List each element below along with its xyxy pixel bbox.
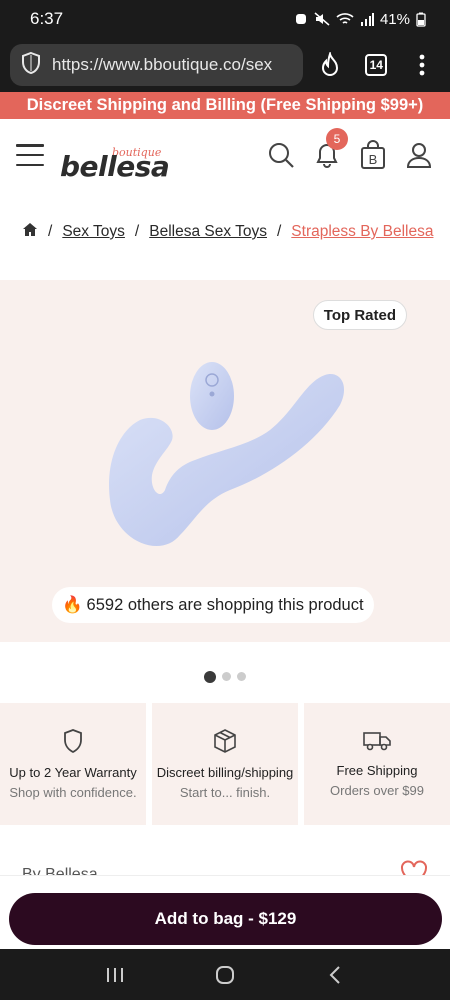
search-icon[interactable] <box>266 140 296 170</box>
notification-icon <box>294 12 308 26</box>
mute-icon <box>314 12 330 26</box>
add-to-bag-button[interactable]: Add to bag - $129 <box>9 893 442 945</box>
logo[interactable]: boutique bellesa <box>60 130 170 183</box>
notification-badge: 5 <box>326 128 348 150</box>
tab-count[interactable]: 14 <box>365 54 388 76</box>
carousel-dots <box>0 671 450 683</box>
feature-discreet: Discreet billing/shipping Start to... fi… <box>152 703 298 825</box>
shoppers-text: 6592 others are shopping this product <box>86 595 364 614</box>
promo-banner: Discreet Shipping and Billing (Free Ship… <box>0 92 450 119</box>
flame-icon[interactable] <box>313 44 349 86</box>
feature-warranty: Up to 2 Year Warranty Shop with confiden… <box>0 703 146 825</box>
carousel-dot-3[interactable] <box>237 672 246 681</box>
feature-subtitle: Shop with confidence. <box>9 785 137 800</box>
product-image[interactable] <box>100 350 350 560</box>
feature-title: Free Shipping <box>336 763 418 778</box>
bell-icon[interactable]: 5 <box>312 128 348 170</box>
top-rated-badge: Top Rated <box>312 300 407 330</box>
breadcrumb-current[interactable]: Strapless By Bellesa <box>291 223 433 241</box>
product-gallery[interactable]: Top Rated 🔥 6592 others are shopping thi… <box>0 280 450 642</box>
wifi-icon <box>336 12 354 26</box>
more-menu-icon[interactable] <box>404 44 440 86</box>
logo-text: bellesa <box>60 150 170 183</box>
status-bar: 6:37 41% <box>0 0 450 38</box>
account-icon[interactable] <box>404 140 434 170</box>
box-icon <box>213 728 237 759</box>
sticky-cta-bar: Add to bag - $129 <box>0 875 450 949</box>
breadcrumb-sex-toys[interactable]: Sex Toys <box>62 223 125 241</box>
shoppers-count: 🔥 6592 others are shopping this product <box>52 587 374 623</box>
recents-icon[interactable] <box>95 955 135 995</box>
feature-title: Up to 2 Year Warranty <box>9 765 137 780</box>
menu-icon[interactable] <box>16 144 44 166</box>
home-icon[interactable] <box>22 222 38 242</box>
security-shield-icon[interactable] <box>20 51 42 80</box>
carousel-dot-1[interactable] <box>204 671 216 683</box>
feature-title: Discreet billing/shipping <box>156 765 294 780</box>
feature-subtitle: Start to... finish. <box>179 785 271 800</box>
url-text[interactable]: https://www.bboutique.co/sex <box>52 55 272 75</box>
breadcrumb: / Sex Toys / Bellesa Sex Toys / Straples… <box>22 222 433 242</box>
feature-subtitle: Orders over $99 <box>330 783 424 798</box>
back-icon[interactable] <box>315 955 355 995</box>
feature-free-shipping: Free Shipping Orders over $99 <box>304 703 450 825</box>
header-actions: 5 B <box>266 128 434 170</box>
battery-percent: 41% <box>379 10 410 28</box>
carousel-dot-2[interactable] <box>222 672 231 681</box>
tabs-button[interactable]: 14 <box>358 44 394 86</box>
status-icons: 41% <box>294 11 426 28</box>
home-nav-icon[interactable] <box>205 955 245 995</box>
shield-icon <box>62 728 84 759</box>
breadcrumb-separator: / <box>276 223 282 240</box>
bag-icon[interactable]: B <box>358 140 388 170</box>
system-nav-bar <box>0 949 450 1000</box>
site-header: boutique bellesa 5 B <box>0 119 450 191</box>
signal-icon <box>360 12 374 26</box>
breadcrumb-separator: / <box>134 223 140 240</box>
status-time: 6:37 <box>30 9 64 28</box>
url-bar[interactable]: https://www.bboutique.co/sex <box>10 44 303 86</box>
breadcrumb-separator: / <box>48 223 53 240</box>
feature-cards: Up to 2 Year Warranty Shop with confiden… <box>0 703 450 825</box>
truck-icon <box>363 730 391 757</box>
browser-toolbar: https://www.bboutique.co/sex 14 <box>0 38 450 92</box>
fire-icon: 🔥 <box>62 595 83 614</box>
breadcrumb-bellesa-sex-toys[interactable]: Bellesa Sex Toys <box>149 223 267 241</box>
bag-letter: B <box>369 152 378 167</box>
battery-icon <box>416 12 426 27</box>
